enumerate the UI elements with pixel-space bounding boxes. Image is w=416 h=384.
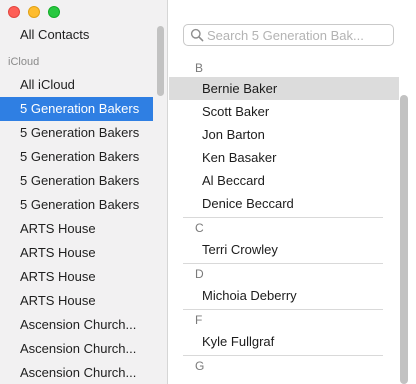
- sidebar-item-group[interactable]: ARTS House: [0, 289, 153, 313]
- search-input[interactable]: [207, 26, 389, 44]
- contact-row[interactable]: Terri Crowley: [169, 238, 399, 261]
- sidebar-scrollbar[interactable]: [157, 26, 164, 96]
- contact-row[interactable]: Jon Barton: [169, 123, 399, 146]
- sidebar-item-group[interactable]: 5 Generation Bakers: [0, 169, 153, 193]
- sidebar-item-group[interactable]: Ascension Church...: [0, 313, 153, 337]
- sidebar-item-group[interactable]: ARTS House: [0, 217, 153, 241]
- section-divider: [183, 309, 383, 310]
- sidebar-item-all-contacts[interactable]: All Contacts: [0, 23, 153, 47]
- contact-row[interactable]: Ken Basaker: [169, 146, 399, 169]
- contact-row[interactable]: Scott Baker: [169, 100, 399, 123]
- contact-row[interactable]: Al Beccard: [169, 169, 399, 192]
- close-window-button[interactable]: [8, 6, 20, 18]
- sidebar-item-group[interactable]: 5 Generation Bakers: [0, 97, 153, 121]
- sidebar-item-group[interactable]: ARTS House: [0, 241, 153, 265]
- sidebar-group-icloud: iCloud: [8, 56, 40, 68]
- search-icon: [190, 28, 204, 42]
- sidebar-item-group[interactable]: 5 Generation Bakers: [0, 193, 153, 217]
- section-header-letter: C: [195, 221, 204, 235]
- section-header-letter: B: [195, 61, 204, 75]
- section-header-letter: F: [195, 313, 203, 327]
- sidebar-item-group[interactable]: 5 Generation Bakers: [0, 121, 153, 145]
- contact-row[interactable]: Kyle Fullgraf: [169, 330, 399, 353]
- contact-row[interactable]: Bernie Baker: [169, 77, 399, 100]
- sidebar-item-group[interactable]: ARTS House: [0, 265, 153, 289]
- contacts-window: All Contacts iCloud All iCloud 5 Generat…: [0, 0, 416, 384]
- contact-list-scrollbar[interactable]: [400, 95, 408, 384]
- sidebar: All Contacts iCloud All iCloud 5 Generat…: [0, 0, 168, 384]
- section-header-letter: G: [195, 359, 205, 373]
- sidebar-item-group[interactable]: 5 Generation Bakers: [0, 145, 153, 169]
- sidebar-item-group[interactable]: Ascension Church...: [0, 337, 153, 361]
- contact-list-pane: B Bernie Baker Scott Baker Jon Barton Ke…: [169, 0, 416, 384]
- contact-row[interactable]: Denice Beccard: [169, 192, 399, 215]
- section-divider: [183, 263, 383, 264]
- window-controls: [8, 6, 60, 18]
- section-divider: [183, 355, 383, 356]
- section-header-letter: D: [195, 267, 204, 281]
- sidebar-item-all-icloud[interactable]: All iCloud: [0, 73, 153, 97]
- search-field[interactable]: [183, 24, 394, 46]
- section-divider: [183, 217, 383, 218]
- contact-row[interactable]: Michoia Deberry: [169, 284, 399, 307]
- zoom-window-button[interactable]: [48, 6, 60, 18]
- sidebar-item-group[interactable]: Ascension Church...: [0, 361, 153, 384]
- minimize-window-button[interactable]: [28, 6, 40, 18]
